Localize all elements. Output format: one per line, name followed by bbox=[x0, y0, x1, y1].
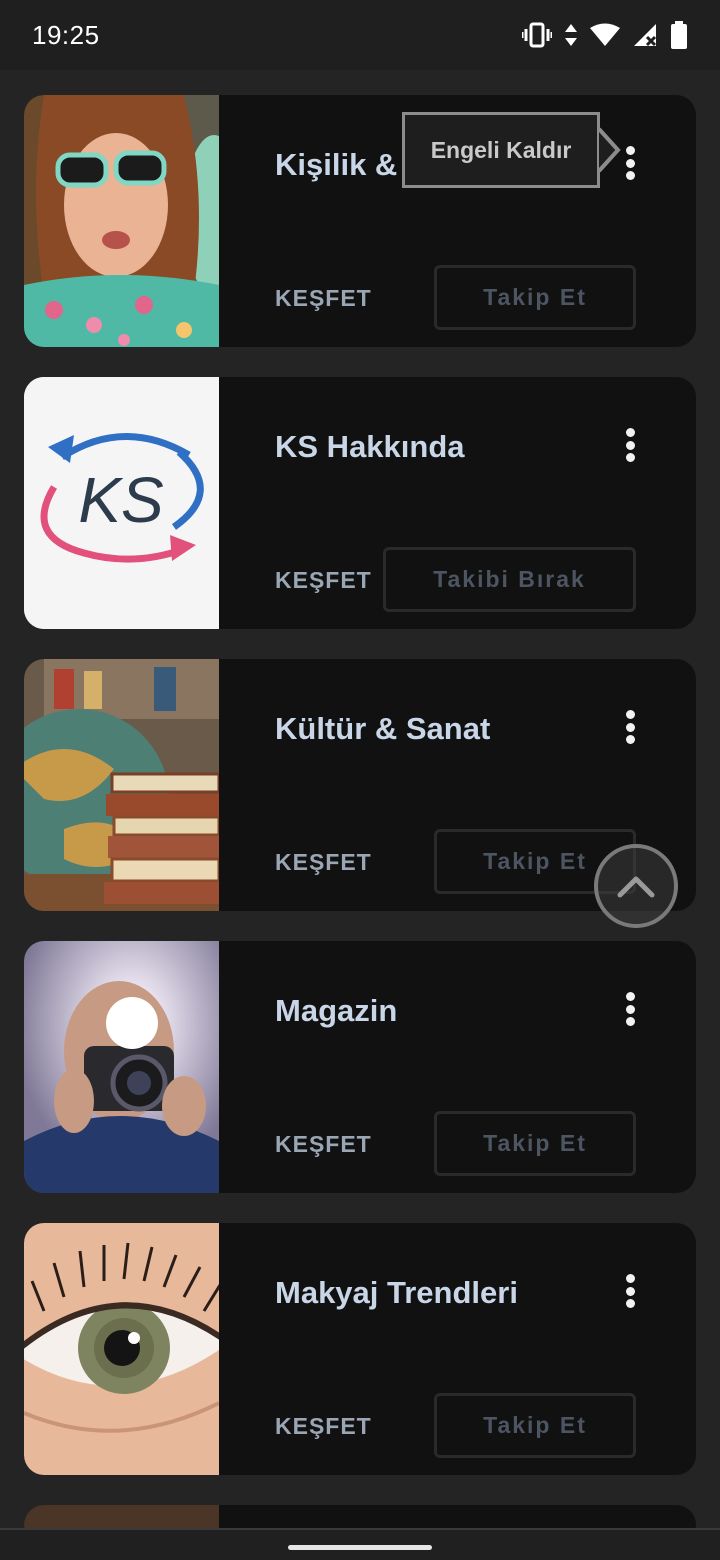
wifi-icon bbox=[590, 23, 620, 47]
more-options-icon[interactable] bbox=[620, 707, 640, 747]
gesture-nav-bar bbox=[0, 1528, 720, 1560]
card-body: Makyaj Trendleri KEŞFET Takip Et bbox=[219, 1223, 696, 1475]
more-options-icon[interactable] bbox=[620, 989, 640, 1029]
category-title[interactable]: Kişilik & bbox=[275, 147, 397, 183]
status-icons bbox=[522, 21, 688, 49]
card-body: Magazin KEŞFET Takip Et bbox=[219, 941, 696, 1193]
category-title[interactable]: Magazin bbox=[275, 993, 397, 1029]
category-card[interactable]: Makyaj Trendleri KEŞFET Takip Et bbox=[24, 1223, 696, 1475]
category-thumbnail bbox=[24, 941, 219, 1193]
category-title[interactable]: KS Hakkında bbox=[275, 429, 465, 465]
status-time: 19:25 bbox=[32, 19, 100, 50]
category-thumbnail: KS bbox=[24, 377, 219, 629]
scroll-to-top-button[interactable] bbox=[594, 844, 678, 928]
category-title[interactable]: Makyaj Trendleri bbox=[275, 1275, 518, 1311]
screen: 19:25 Kişilik & KEŞFET Takip Et KS KS Ha… bbox=[0, 0, 720, 1560]
more-options-icon[interactable] bbox=[620, 1271, 640, 1311]
ks-logo: KS bbox=[24, 377, 219, 629]
more-options-icon[interactable] bbox=[620, 143, 640, 183]
battery-icon bbox=[670, 21, 688, 49]
data-arrows-icon bbox=[564, 22, 578, 48]
chevron-up-icon bbox=[617, 876, 655, 898]
category-thumbnail bbox=[24, 95, 219, 347]
category-list: Kişilik & KEŞFET Takip Et KS KS Hakkında… bbox=[24, 95, 696, 1545]
home-handle[interactable] bbox=[288, 1545, 432, 1550]
category-title[interactable]: Kültür & Sanat bbox=[275, 711, 490, 747]
category-thumbnail bbox=[24, 1223, 219, 1475]
more-options-icon[interactable] bbox=[620, 425, 640, 465]
tooltip-arrow-icon bbox=[597, 127, 621, 173]
explore-link[interactable]: KEŞFET bbox=[275, 849, 372, 876]
status-bar: 19:25 bbox=[0, 0, 720, 70]
explore-link[interactable]: KEŞFET bbox=[275, 1413, 372, 1440]
vibrate-icon bbox=[522, 22, 552, 48]
unfollow-button[interactable]: Takibi Bırak bbox=[383, 547, 636, 612]
explore-link[interactable]: KEŞFET bbox=[275, 285, 372, 312]
svg-text:KS: KS bbox=[78, 464, 163, 536]
explore-link[interactable]: KEŞFET bbox=[275, 1131, 372, 1158]
explore-link[interactable]: KEŞFET bbox=[275, 567, 372, 594]
card-body: KS Hakkında KEŞFET Takibi Bırak bbox=[219, 377, 696, 629]
category-card[interactable]: Magazin KEŞFET Takip Et bbox=[24, 941, 696, 1193]
category-card[interactable]: KS KS Hakkında KEŞFET Takibi Bırak bbox=[24, 377, 696, 629]
follow-button[interactable]: Takip Et bbox=[434, 1111, 636, 1176]
follow-button[interactable]: Takip Et bbox=[434, 265, 636, 330]
category-thumbnail bbox=[24, 659, 219, 911]
unblock-tooltip[interactable]: Engeli Kaldır bbox=[402, 112, 600, 188]
signal-no-service-icon bbox=[632, 22, 658, 48]
follow-button[interactable]: Takip Et bbox=[434, 1393, 636, 1458]
